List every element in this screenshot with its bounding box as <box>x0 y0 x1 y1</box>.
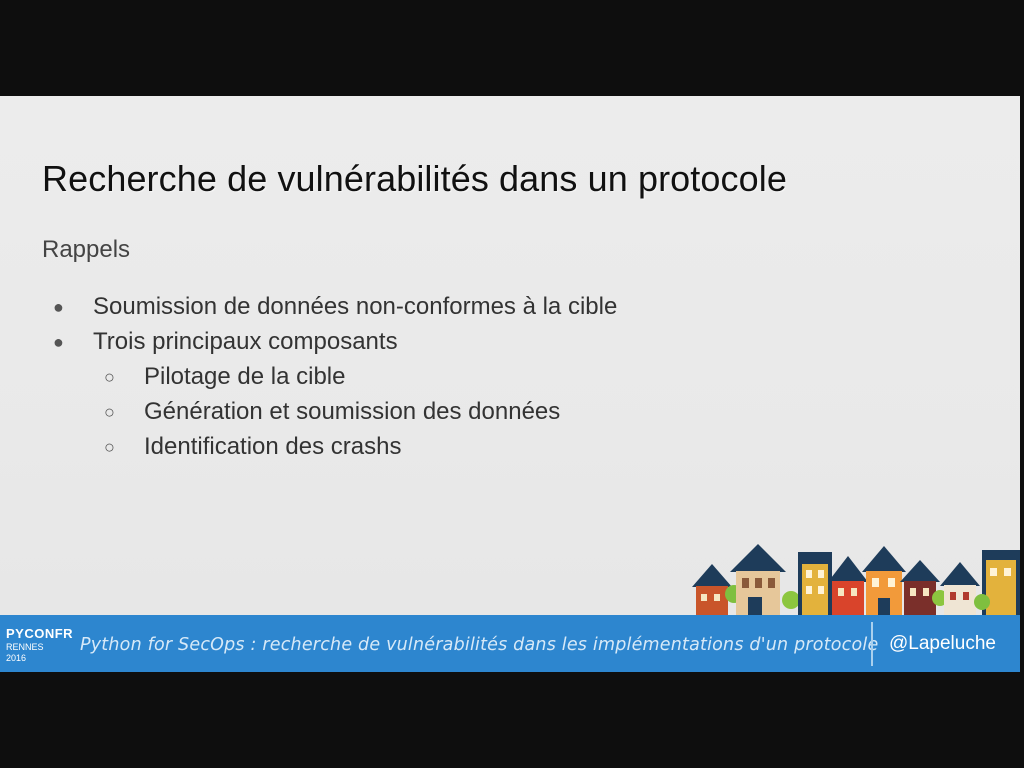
bullet-dot-icon: ● <box>53 332 64 352</box>
bullet-item: ● Trois principaux composants <box>0 327 617 362</box>
sub-bullet-item: ○ Pilotage de la cible <box>0 362 617 397</box>
footer-bar: PYCONFR RENNES 2016 Python for SecOps : … <box>0 615 1020 672</box>
logo-line1: PYCONFR <box>6 626 74 641</box>
bullet-text: Pilotage de la cible <box>144 363 346 390</box>
twitter-handle: @Lapeluche <box>889 633 996 654</box>
bullet-text: Soumission de données non-conformes à la… <box>93 293 618 320</box>
pyconfr-logo: PYCONFR RENNES 2016 <box>6 626 74 663</box>
houses-illustration <box>692 544 1020 616</box>
bullet-text: Génération et soumission des données <box>144 398 561 425</box>
slide-title: Recherche de vulnérabilités dans un prot… <box>42 158 787 199</box>
sub-bullet-item: ○ Identification des crashs <box>0 432 617 467</box>
bullet-item: ● Soumission de données non-conformes à … <box>0 292 617 327</box>
bullet-list: ● Soumission de données non-conformes à … <box>0 292 617 467</box>
footer-talk-title: Python for SecOps : recherche de vulnéra… <box>80 635 879 655</box>
sub-bullet-item: ○ Génération et soumission des données <box>0 397 617 432</box>
slide-subtitle: Rappels <box>42 236 131 263</box>
bullet-text: Identification des crashs <box>144 433 402 460</box>
bullet-circle-icon: ○ <box>104 402 115 422</box>
bullet-dot-icon: ● <box>53 297 64 317</box>
bullet-circle-icon: ○ <box>104 367 115 387</box>
bullet-text: Trois principaux composants <box>93 328 398 355</box>
logo-line2: RENNES 2016 <box>6 642 44 663</box>
footer-divider <box>871 622 873 666</box>
slide: Recherche de vulnérabilités dans un prot… <box>0 96 1020 672</box>
bullet-circle-icon: ○ <box>104 437 115 457</box>
